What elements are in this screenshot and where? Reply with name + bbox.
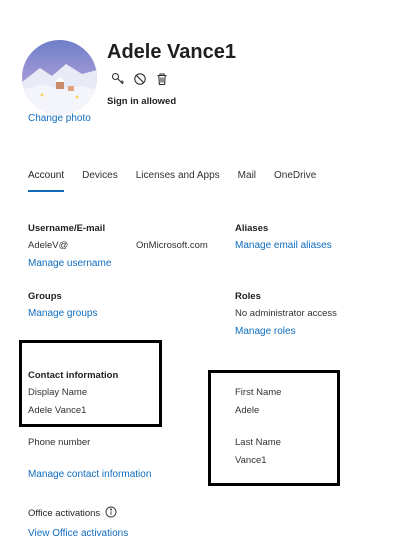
office-activations-label: Office activations <box>28 508 101 519</box>
user-actions <box>111 72 169 86</box>
tab-account[interactable]: Account <box>28 170 65 192</box>
manage-contact-information-link[interactable]: Manage contact information <box>28 469 151 480</box>
tab-onedrive[interactable]: OneDrive <box>274 170 316 192</box>
first-name-value: Adele <box>235 405 260 416</box>
username-label: Username/E-mail <box>28 223 106 234</box>
manage-roles-link[interactable]: Manage roles <box>235 326 296 337</box>
tab-mail[interactable]: Mail <box>238 170 256 192</box>
tab-devices[interactable]: Devices <box>82 170 118 192</box>
username-value-suffix: OnMicrosoft.com <box>136 240 208 251</box>
avatar <box>22 40 97 115</box>
sign-in-status: Sign in allowed <box>107 96 177 107</box>
aliases-label: Aliases <box>235 223 269 234</box>
display-name-label: Display Name <box>28 387 88 398</box>
phone-number-label: Phone number <box>28 437 91 448</box>
view-office-activations-link[interactable]: View Office activations <box>28 528 128 539</box>
display-name-value: Adele Vance1 <box>28 405 87 416</box>
roles-value: No administrator access <box>235 308 337 319</box>
first-name-label: First Name <box>235 387 282 398</box>
key-icon[interactable] <box>111 72 125 86</box>
manage-email-aliases-link[interactable]: Manage email aliases <box>235 240 332 251</box>
manage-username-link[interactable]: Manage username <box>28 258 111 269</box>
user-display-name: Adele Vance1 <box>107 41 236 63</box>
last-name-value: Vance1 <box>235 455 267 466</box>
info-icon[interactable] <box>105 506 117 521</box>
last-name-label: Last Name <box>235 437 281 448</box>
groups-label: Groups <box>28 291 62 302</box>
change-photo-link[interactable]: Change photo <box>28 113 91 124</box>
tab-bar: Account Devices Licenses and Apps Mail O… <box>28 170 334 192</box>
username-value-prefix: AdeleV@ <box>28 240 69 251</box>
delete-icon[interactable] <box>155 72 169 86</box>
roles-label: Roles <box>235 291 261 302</box>
block-icon[interactable] <box>133 72 147 86</box>
tab-licenses-and-apps[interactable]: Licenses and Apps <box>136 170 220 192</box>
manage-groups-link[interactable]: Manage groups <box>28 308 98 319</box>
office-activations-header: Office activations <box>28 506 117 521</box>
contact-information-label: Contact information <box>28 370 119 381</box>
